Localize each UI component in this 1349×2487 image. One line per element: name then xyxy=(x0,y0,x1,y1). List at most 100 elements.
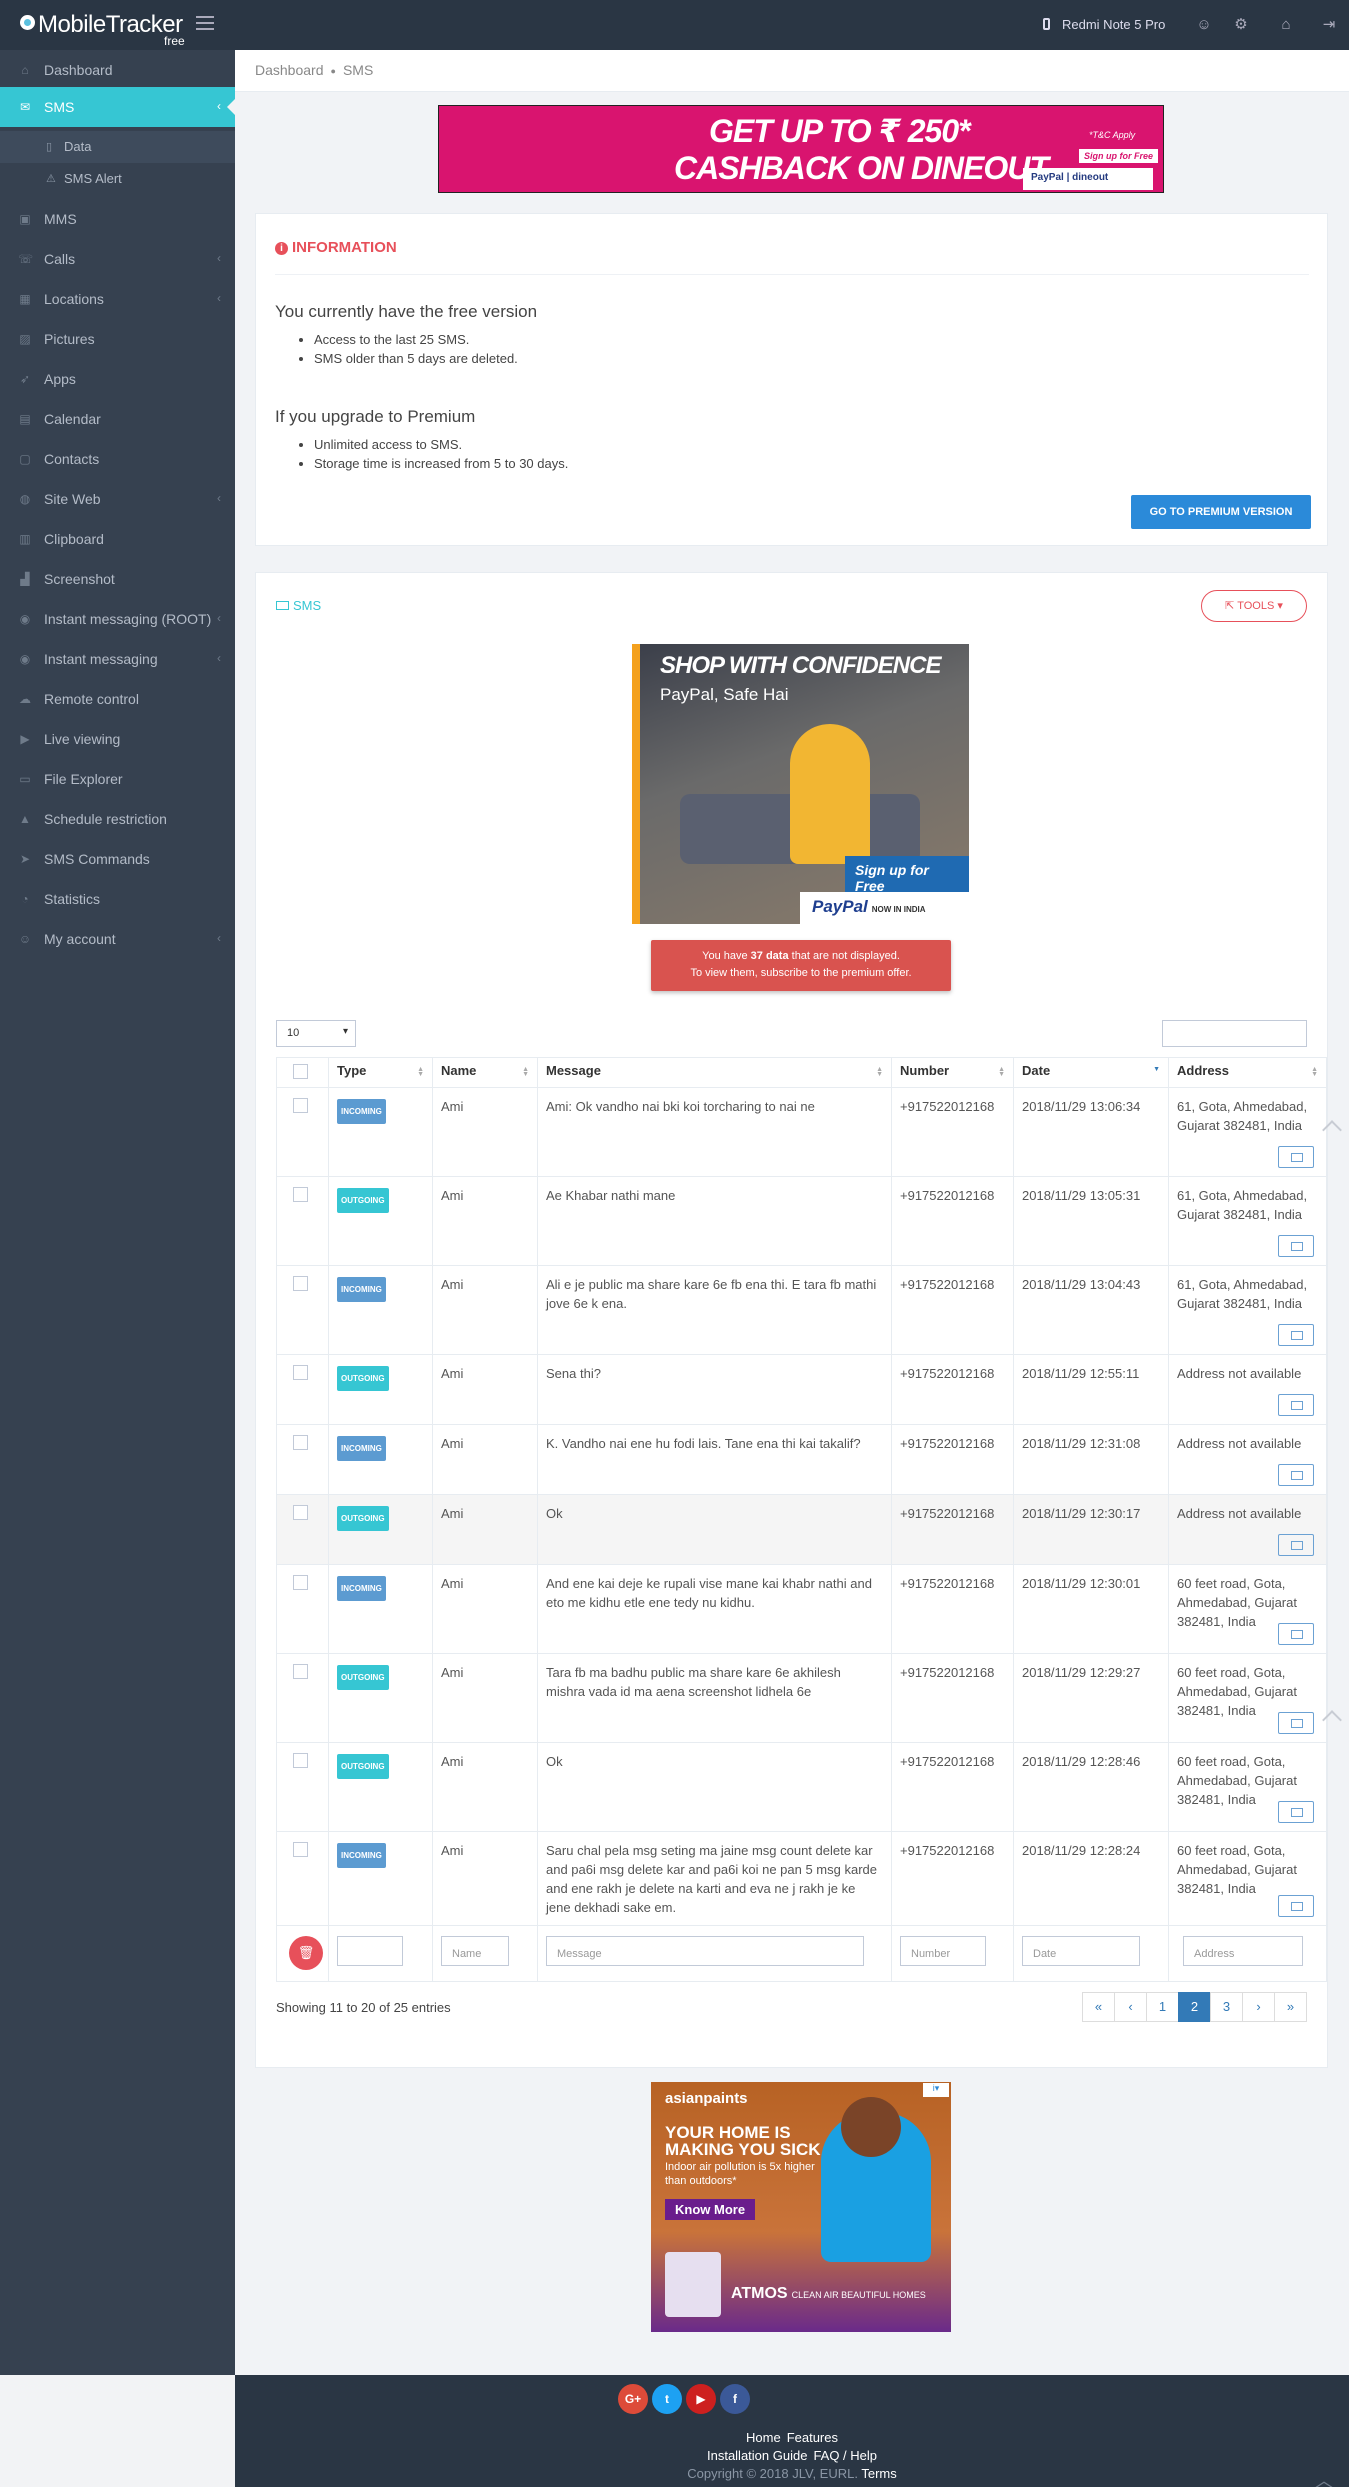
sidebar-item-dashboard[interactable]: ⌂ Dashboard xyxy=(0,50,235,90)
sidebar-item-screenshot[interactable]: ▟ Screenshot xyxy=(0,559,235,599)
scroll-up-icon[interactable] xyxy=(1319,1705,1349,1725)
column-header-type[interactable]: Type ▲ ▼ xyxy=(328,1057,433,1088)
menu-toggle-icon[interactable] xyxy=(196,16,214,30)
google-plus-icon[interactable]: G+ xyxy=(618,2384,648,2414)
tools-button[interactable]: ⇱ TOOLS ▾ xyxy=(1201,590,1307,622)
banner-ad-top[interactable]: GET UP TO ₹ 250* CASHBACK ON DINEOUT *T&… xyxy=(438,105,1164,193)
map-button[interactable] xyxy=(1278,1394,1314,1416)
paypal-ad[interactable]: SHOP WITH CONFIDENCE PayPal, Safe Hai Si… xyxy=(632,644,969,924)
page-length-select[interactable]: 10 xyxy=(276,1020,356,1047)
column-header-number[interactable]: Number ▲ ▼ xyxy=(891,1057,1014,1088)
row-checkbox[interactable] xyxy=(293,1575,308,1590)
column-header-name[interactable]: Name ▲ ▼ xyxy=(432,1057,538,1088)
page-button[interactable]: » xyxy=(1274,1992,1307,2022)
sidebar-item-remote-control[interactable]: ☁ Remote control xyxy=(0,679,235,719)
row-checkbox[interactable] xyxy=(293,1664,308,1679)
sidebar-item-statistics[interactable]: ◔ Statistics xyxy=(0,879,235,919)
facebook-icon[interactable]: f xyxy=(720,2384,750,2414)
table-row[interactable]: INCOMING Ami K. Vandho nai ene hu fodi lai… xyxy=(276,1424,1327,1495)
page-button[interactable]: ‹ xyxy=(1114,1992,1147,2022)
name-filter-input[interactable]: Name xyxy=(441,1936,509,1966)
footer-link-features[interactable]: Features xyxy=(787,2430,838,2445)
page-button[interactable]: 1 xyxy=(1146,1992,1179,2022)
table-row[interactable]: OUTGOING Ami Sena thi? +917522012168 2018/11… xyxy=(276,1354,1327,1425)
row-checkbox[interactable] xyxy=(293,1505,308,1520)
sidebar-item-apps[interactable]: ➶ Apps xyxy=(0,359,235,399)
row-checkbox[interactable] xyxy=(293,1435,308,1450)
asianpaints-ad[interactable]: asianpaints YOUR HOME IS MAKING YOU SICK… xyxy=(651,2082,951,2332)
basket-icon[interactable]: ⌂ xyxy=(1276,15,1296,35)
row-checkbox[interactable] xyxy=(293,1276,308,1291)
table-row[interactable]: OUTGOING Ami Ae Khabar nathi mane +91752201… xyxy=(276,1176,1327,1266)
youtube-icon[interactable]: ▶ xyxy=(686,2384,716,2414)
number-filter-input[interactable]: Number xyxy=(900,1936,986,1966)
scroll-top-icon[interactable]: ︿ xyxy=(1315,2467,1349,2487)
user-icon[interactable]: ☺ xyxy=(1194,15,1214,35)
sidebar-item-schedule-restriction[interactable]: ▲ Schedule restriction xyxy=(0,799,235,839)
map-button[interactable] xyxy=(1278,1324,1314,1346)
sidebar-item-sms-commands[interactable]: ➤ SMS Commands xyxy=(0,839,235,879)
sidebar-item-live-viewing[interactable]: ▶ Live viewing xyxy=(0,719,235,759)
table-row[interactable]: INCOMING Ami Saru chal pela msg seting ma … xyxy=(276,1831,1327,1926)
map-button[interactable] xyxy=(1278,1534,1314,1556)
table-row[interactable]: OUTGOING Ami Ok +917522012168 2018/11/29 12:… xyxy=(276,1494,1327,1565)
go-premium-button[interactable]: GO TO PREMIUM VERSION xyxy=(1131,495,1311,529)
sidebar-item-locations[interactable]: ▦ Locations ‹ xyxy=(0,279,235,319)
select-all-checkbox[interactable] xyxy=(293,1064,308,1079)
map-button[interactable] xyxy=(1278,1464,1314,1486)
row-checkbox[interactable] xyxy=(293,1187,308,1202)
scroll-up-icon[interactable] xyxy=(1319,1115,1349,1135)
device-selector[interactable]: Redmi Note 5 Pro xyxy=(1043,17,1165,32)
sidebar-item-instant-messaging-root[interactable]: ◉ Instant messaging (ROOT) ‹ xyxy=(0,599,235,639)
page-button[interactable]: 3 xyxy=(1210,1992,1243,2022)
table-row[interactable]: INCOMING Ami Ali e je public ma share kare… xyxy=(276,1265,1327,1355)
sidebar-item-calls[interactable]: ☏ Calls ‹ xyxy=(0,239,235,279)
terms-link[interactable]: Terms xyxy=(861,2466,896,2481)
footer-link-faq[interactable]: FAQ / Help xyxy=(813,2448,877,2463)
map-button[interactable] xyxy=(1278,1801,1314,1823)
sidebar-item-file-explorer[interactable]: ▭ File Explorer xyxy=(0,759,235,799)
row-checkbox[interactable] xyxy=(293,1753,308,1768)
sidebar-item-pictures[interactable]: ▨ Pictures xyxy=(0,319,235,359)
row-checkbox[interactable] xyxy=(293,1842,308,1857)
page-button[interactable]: « xyxy=(1082,1992,1115,2022)
footer-link-installation[interactable]: Installation Guide xyxy=(707,2448,807,2463)
twitter-icon[interactable]: t xyxy=(652,2384,682,2414)
sidebar-item-site-web[interactable]: ◍ Site Web ‹ xyxy=(0,479,235,519)
map-button[interactable] xyxy=(1278,1146,1314,1168)
map-button[interactable] xyxy=(1278,1712,1314,1734)
logout-icon[interactable]: ⇥ xyxy=(1319,15,1339,35)
map-button[interactable] xyxy=(1278,1235,1314,1257)
table-row[interactable]: INCOMING Ami And ene kai deje ke rupali vi… xyxy=(276,1564,1327,1654)
sidebar-item-clipboard[interactable]: ▥ Clipboard xyxy=(0,519,235,559)
delete-button[interactable]: 🗑 xyxy=(289,1936,323,1970)
breadcrumb-dashboard[interactable]: Dashboard xyxy=(255,62,324,78)
adchoices-icon[interactable]: i▾ xyxy=(923,2083,949,2097)
message-filter-input[interactable]: Message xyxy=(546,1936,864,1966)
row-checkbox[interactable] xyxy=(293,1365,308,1380)
page-button[interactable]: 2 xyxy=(1178,1992,1211,2022)
address-filter-input[interactable]: Address xyxy=(1183,1936,1303,1966)
type-filter-input[interactable] xyxy=(337,1936,403,1966)
sidebar-item-instant-messaging[interactable]: ◉ Instant messaging ‹ xyxy=(0,639,235,679)
column-header-date[interactable]: Date ▼ xyxy=(1013,1057,1169,1088)
table-row[interactable]: INCOMING Ami Ami: Ok vandho nai bki koi to… xyxy=(276,1087,1327,1177)
search-input[interactable] xyxy=(1162,1020,1307,1047)
sidebar-item-mms[interactable]: ▣ MMS xyxy=(0,199,235,239)
map-button[interactable] xyxy=(1278,1623,1314,1645)
sidebar-item-contacts[interactable]: ▢ Contacts xyxy=(0,439,235,479)
sidebar-subitem-data[interactable]: ▯ Data xyxy=(0,131,235,163)
sidebar-item-my-account[interactable]: ☺ My account ‹ xyxy=(0,919,235,959)
column-header-address[interactable]: Address ▲ ▼ xyxy=(1168,1057,1327,1088)
date-filter-input[interactable]: Date xyxy=(1022,1936,1140,1966)
sidebar-item-calendar[interactable]: ▤ Calendar xyxy=(0,399,235,439)
row-checkbox[interactable] xyxy=(293,1098,308,1113)
users-cog-icon[interactable]: ⚙ xyxy=(1231,15,1251,35)
sidebar-subitem-sms-alert[interactable]: ⚠ SMS Alert xyxy=(0,163,235,195)
table-row[interactable]: OUTGOING Ami Ok +917522012168 2018/11/29 12:… xyxy=(276,1742,1327,1832)
column-header-message[interactable]: Message ▲ ▼ xyxy=(537,1057,892,1088)
page-button[interactable]: › xyxy=(1242,1992,1275,2022)
footer-link-home[interactable]: Home xyxy=(746,2430,781,2445)
map-button[interactable] xyxy=(1278,1895,1314,1917)
sidebar-item-sms[interactable]: ✉ SMS ‹ xyxy=(0,87,235,127)
